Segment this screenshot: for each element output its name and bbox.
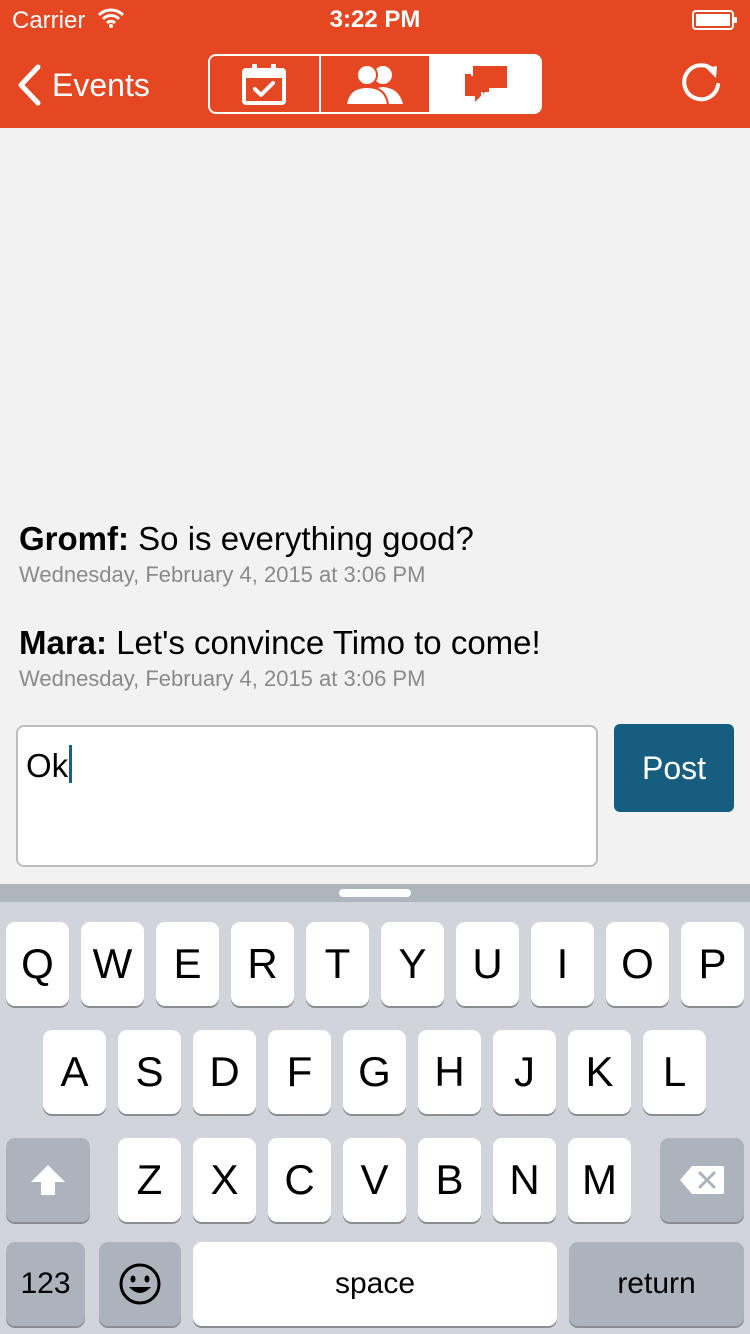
keyboard-top-strip — [0, 884, 750, 902]
chevron-left-icon — [18, 64, 41, 106]
back-button[interactable]: Events — [16, 60, 150, 110]
key-v[interactable]: V — [343, 1138, 406, 1222]
emoji-icon — [119, 1263, 161, 1305]
key-l[interactable]: L — [643, 1030, 706, 1114]
key-z[interactable]: Z — [118, 1138, 181, 1222]
space-key[interactable]: space — [193, 1242, 557, 1326]
delete-icon — [680, 1166, 724, 1194]
battery-icon — [692, 10, 737, 30]
key-w[interactable]: W — [81, 922, 144, 1006]
key-k[interactable]: K — [568, 1030, 631, 1114]
key-b[interactable]: B — [418, 1138, 481, 1222]
tab-comments[interactable] — [429, 56, 540, 112]
keyboard: Q W E R T Y U I O P A S D F G H J K L Z … — [0, 884, 750, 1334]
chat-bubbles-icon — [464, 66, 507, 102]
refresh-icon[interactable] — [676, 58, 726, 108]
calendar-check-icon — [242, 64, 287, 105]
key-q[interactable]: Q — [6, 922, 69, 1006]
comment-item: Gromf: So is everything good? Wednesday,… — [19, 520, 729, 588]
key-a[interactable]: A — [43, 1030, 106, 1114]
key-r[interactable]: R — [231, 922, 294, 1006]
key-o[interactable]: O — [606, 922, 669, 1006]
key-c[interactable]: C — [268, 1138, 331, 1222]
key-y[interactable]: Y — [381, 922, 444, 1006]
back-label: Events — [52, 66, 150, 103]
key-g[interactable]: G — [343, 1030, 406, 1114]
tab-details[interactable] — [210, 56, 319, 112]
people-icon — [344, 64, 403, 106]
text-caret — [69, 745, 73, 783]
status-bar: Carrier 3:22 PM — [0, 0, 750, 40]
key-x[interactable]: X — [193, 1138, 256, 1222]
comment-timestamp: Wednesday, February 4, 2015 at 3:06 PM — [19, 666, 426, 691]
view-segmented-control — [208, 54, 542, 114]
comment-input[interactable]: Ok — [16, 725, 598, 867]
return-key[interactable]: return — [569, 1242, 744, 1326]
comment-author: Mara: — [19, 624, 108, 661]
key-p[interactable]: P — [681, 922, 744, 1006]
key-n[interactable]: N — [493, 1138, 556, 1222]
key-f[interactable]: F — [268, 1030, 331, 1114]
key-d[interactable]: D — [193, 1030, 256, 1114]
keyboard-handle[interactable] — [339, 889, 411, 897]
comment-text: So is everything good? — [138, 520, 474, 557]
emoji-key[interactable] — [99, 1242, 181, 1326]
status-time: 3:22 PM — [329, 6, 421, 33]
key-j[interactable]: J — [493, 1030, 556, 1114]
numbers-key[interactable]: 123 — [6, 1242, 85, 1326]
post-button[interactable]: Post — [614, 724, 734, 812]
delete-key[interactable] — [660, 1138, 744, 1222]
key-u[interactable]: U — [456, 922, 519, 1006]
comment-item: Mara: Let's convince Timo to come! Wedne… — [19, 624, 729, 692]
comment-input-value: Ok — [26, 747, 69, 784]
nav-header: Carrier 3:22 PM Events — [0, 0, 750, 128]
shift-icon — [31, 1165, 65, 1195]
comment-line: Mara: Let's convince Timo to come! — [19, 624, 729, 662]
shift-key[interactable] — [6, 1138, 90, 1222]
tab-attendees[interactable] — [318, 56, 430, 112]
key-i[interactable]: I — [531, 922, 594, 1006]
key-s[interactable]: S — [118, 1030, 181, 1114]
comment-text: Let's convince Timo to come! — [116, 624, 541, 661]
key-m[interactable]: M — [568, 1138, 631, 1222]
key-e[interactable]: E — [156, 922, 219, 1006]
comment-author: Gromf: — [19, 520, 129, 557]
key-t[interactable]: T — [306, 922, 369, 1006]
comment-timestamp: Wednesday, February 4, 2015 at 3:06 PM — [19, 562, 426, 587]
comment-line: Gromf: So is everything good? — [19, 520, 729, 558]
key-h[interactable]: H — [418, 1030, 481, 1114]
